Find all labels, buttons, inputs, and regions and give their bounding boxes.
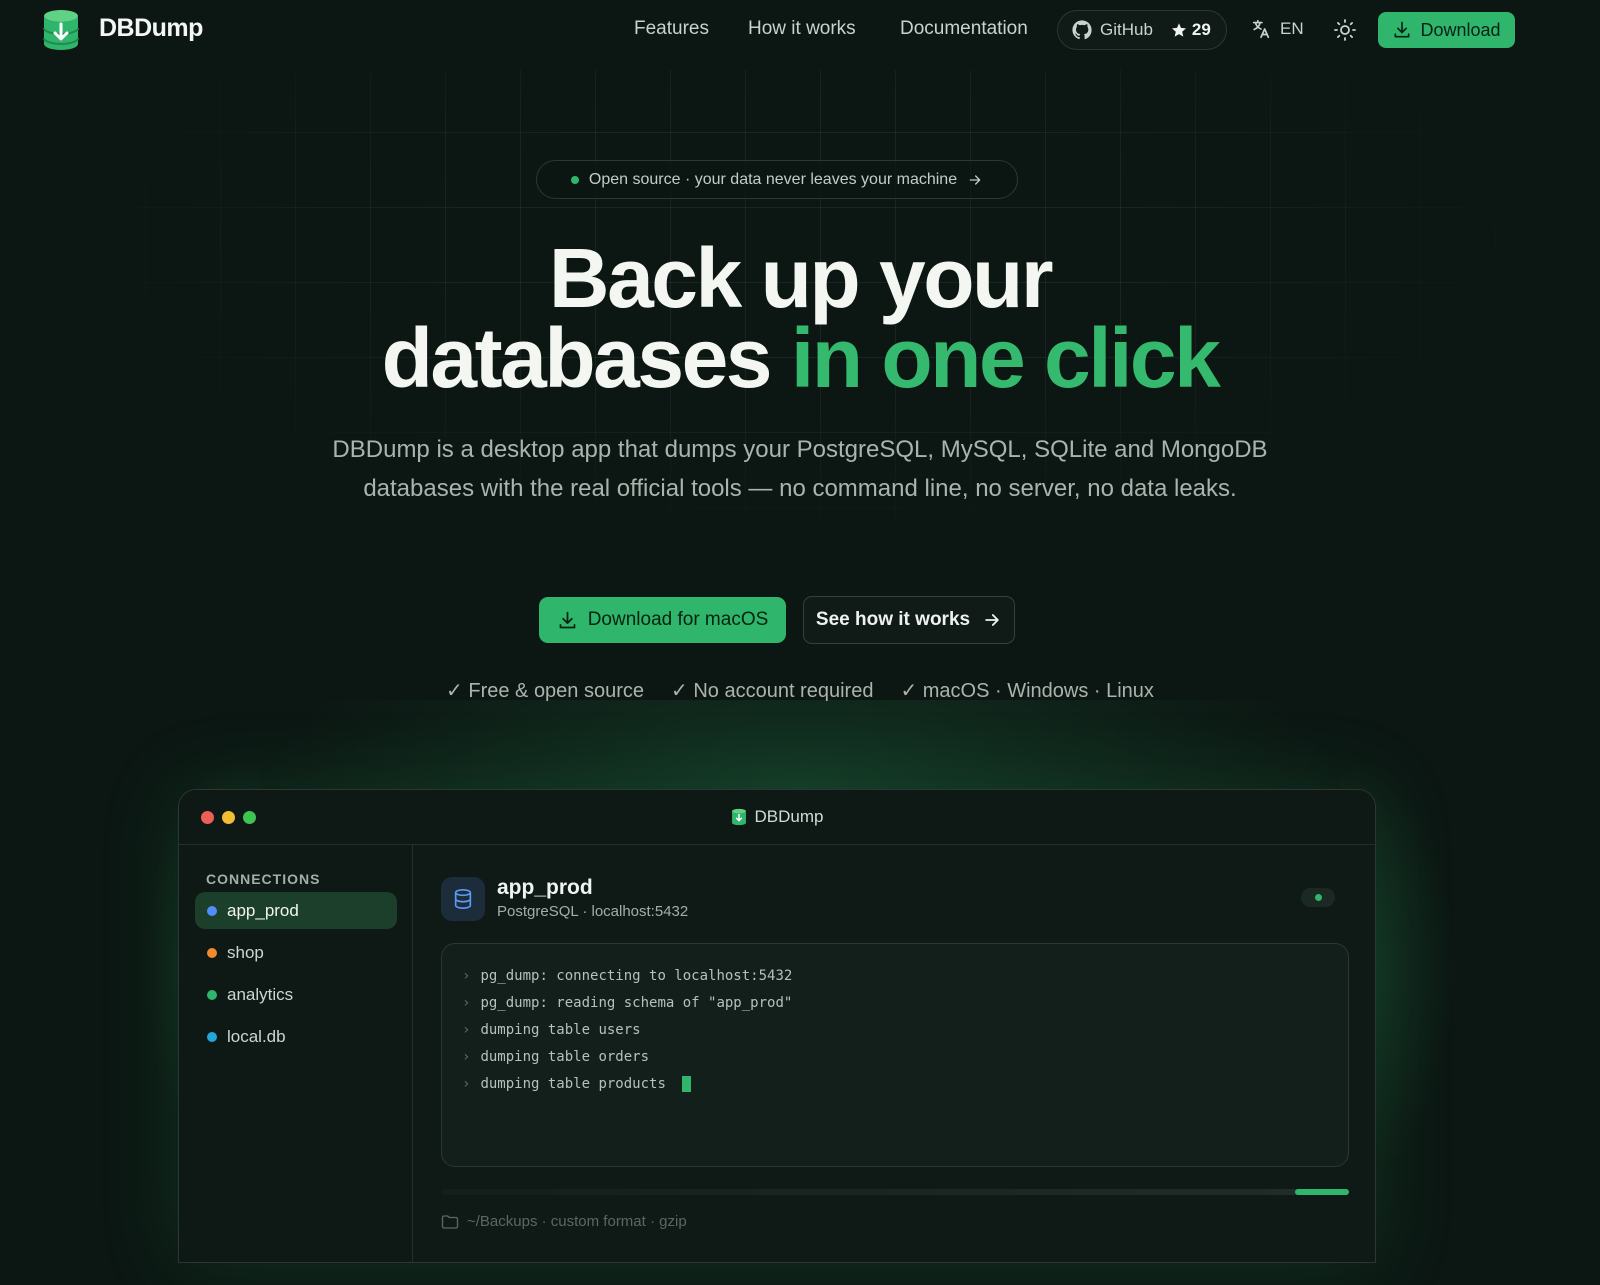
folder-icon bbox=[441, 1214, 459, 1229]
backup-destination-text: ~/Backups · custom format · gzip bbox=[467, 1213, 687, 1230]
check-platforms: ✓ macOS · Windows · Linux bbox=[900, 680, 1154, 702]
connection-color-dot bbox=[207, 905, 217, 916]
hero-title-line1: Back up your bbox=[548, 231, 1054, 325]
hero-title-plain: databases bbox=[381, 311, 791, 405]
download-macos-label: Download for macOS bbox=[587, 609, 769, 630]
brand-name[interactable]: DBDump bbox=[99, 14, 203, 43]
connection-item-analytics[interactable]: analytics bbox=[195, 976, 397, 1013]
dbdump-logo-icon bbox=[731, 808, 746, 826]
connection-color-dot bbox=[207, 947, 217, 958]
terminal-cursor bbox=[681, 1075, 691, 1092]
nav-download-label: Download bbox=[1420, 19, 1501, 40]
download-macos-button[interactable]: Download for macOS bbox=[539, 597, 786, 643]
app-window-preview: DBDump CONNECTIONS app_prod shop analyti… bbox=[178, 789, 1376, 1263]
check-open-source: ✓ Free & open source bbox=[446, 680, 645, 702]
status-dot bbox=[570, 175, 579, 184]
star-icon bbox=[1171, 23, 1186, 37]
connection-detail: app_prod PostgreSQL · localhost:5432 › pg… bbox=[413, 845, 1375, 1262]
hero-description: DBDump is a desktop app that dumps your … bbox=[332, 436, 1268, 502]
dump-log-terminal: › pg_dump: connecting to localhost:5432 ›… bbox=[441, 943, 1349, 1167]
connection-status-badge bbox=[1301, 888, 1335, 907]
sun-icon[interactable] bbox=[1333, 18, 1357, 42]
connection-label: local.db bbox=[227, 1026, 286, 1046]
hero-title-accent: in one click bbox=[790, 311, 1221, 405]
log-line: › pg_dump: connecting to localhost:5432 bbox=[462, 967, 793, 984]
connection-item-app-prod[interactable]: app_prod bbox=[195, 892, 397, 929]
github-stars: 29 bbox=[1171, 20, 1211, 40]
connection-item-shop[interactable]: shop bbox=[195, 934, 397, 971]
see-how-it-works-button[interactable]: See how it works bbox=[803, 596, 1015, 644]
status-dot bbox=[1314, 894, 1322, 901]
window-title-text: DBDump bbox=[754, 807, 824, 826]
backup-destination: ~/Backups · custom format · gzip bbox=[441, 1213, 687, 1230]
see-how-it-works-label: See how it works bbox=[815, 609, 971, 630]
arrow-right-icon bbox=[969, 174, 981, 185]
window-titlebar: DBDump bbox=[179, 790, 1375, 845]
connections-heading: CONNECTIONS bbox=[206, 871, 321, 887]
connection-color-dot bbox=[207, 989, 217, 1000]
nav-how-it-works-link[interactable]: How it works bbox=[748, 18, 856, 40]
nav-download-button[interactable]: Download bbox=[1378, 12, 1515, 48]
badge-text: Open source · your data never leaves you… bbox=[588, 170, 958, 188]
database-name: app_prod bbox=[497, 876, 593, 899]
github-icon bbox=[1072, 20, 1092, 40]
connections-sidebar: CONNECTIONS app_prod shop analytics loca… bbox=[179, 845, 413, 1262]
log-line: › dumping table products bbox=[462, 1070, 1328, 1097]
check-no-account: ✓ No account required bbox=[671, 680, 874, 702]
top-navigation: DBDump Features How it works Documentati… bbox=[0, 0, 1600, 60]
github-button[interactable]: GitHub 29 bbox=[1057, 10, 1227, 50]
arrow-right-icon bbox=[985, 614, 999, 626]
nav-features-link[interactable]: Features bbox=[634, 18, 709, 40]
hero-title-line2: databases in one click bbox=[0, 316, 1600, 400]
connection-item-local-db[interactable]: local.db bbox=[195, 1018, 397, 1055]
connection-label: shop bbox=[227, 942, 264, 962]
progress-fill bbox=[1294, 1189, 1349, 1195]
window-title: DBDump bbox=[179, 807, 1375, 827]
nav-documentation-link[interactable]: Documentation bbox=[900, 18, 1028, 40]
database-icon bbox=[441, 877, 485, 921]
database-meta: PostgreSQL · localhost:5432 bbox=[497, 903, 689, 920]
language-label: EN bbox=[1280, 19, 1304, 38]
connection-color-dot bbox=[207, 1031, 217, 1042]
download-icon bbox=[559, 611, 576, 628]
log-line: › pg_dump: reading schema of "app_prod" bbox=[462, 994, 793, 1011]
language-switcher[interactable]: EN bbox=[1250, 18, 1304, 40]
dbdump-logo-icon[interactable] bbox=[42, 8, 80, 52]
feature-checks: ✓ Free & open source ✓ No account requir… bbox=[0, 678, 1600, 703]
connection-label: analytics bbox=[227, 984, 294, 1004]
github-label: GitHub bbox=[1100, 20, 1153, 39]
download-icon bbox=[1394, 21, 1410, 38]
log-line: › dumping table users bbox=[462, 1021, 641, 1038]
connection-label: app_prod bbox=[227, 900, 299, 920]
open-source-badge[interactable]: Open source · your data never leaves you… bbox=[536, 160, 1018, 199]
translate-icon bbox=[1252, 19, 1270, 39]
log-line: › dumping table orders bbox=[462, 1048, 650, 1065]
github-star-count: 29 bbox=[1191, 20, 1211, 39]
dump-progress-bar bbox=[441, 1189, 1349, 1195]
